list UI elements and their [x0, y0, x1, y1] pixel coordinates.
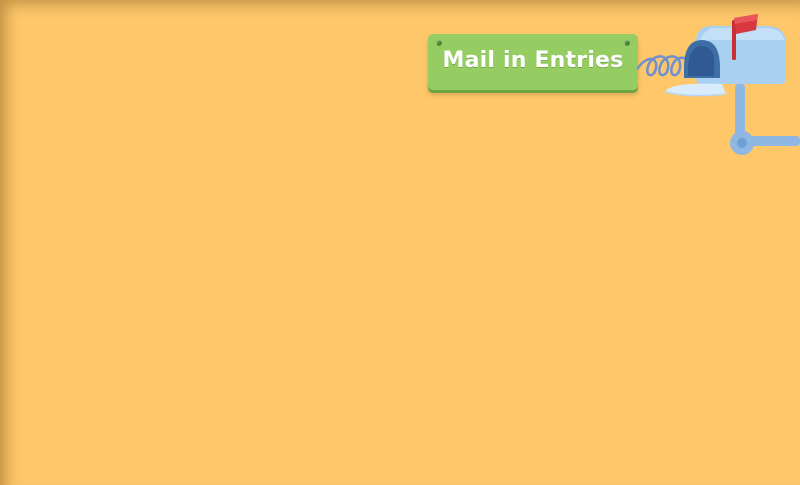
mail-in-entries-button[interactable]: Mail in Entries	[428, 34, 638, 90]
sign-label: Mail in Entries	[442, 47, 624, 73]
game-stage: Mail in Entries	[0, 0, 800, 485]
mailbox-icon	[636, 12, 800, 162]
screw-icon	[624, 40, 630, 46]
screw-icon	[436, 40, 442, 46]
